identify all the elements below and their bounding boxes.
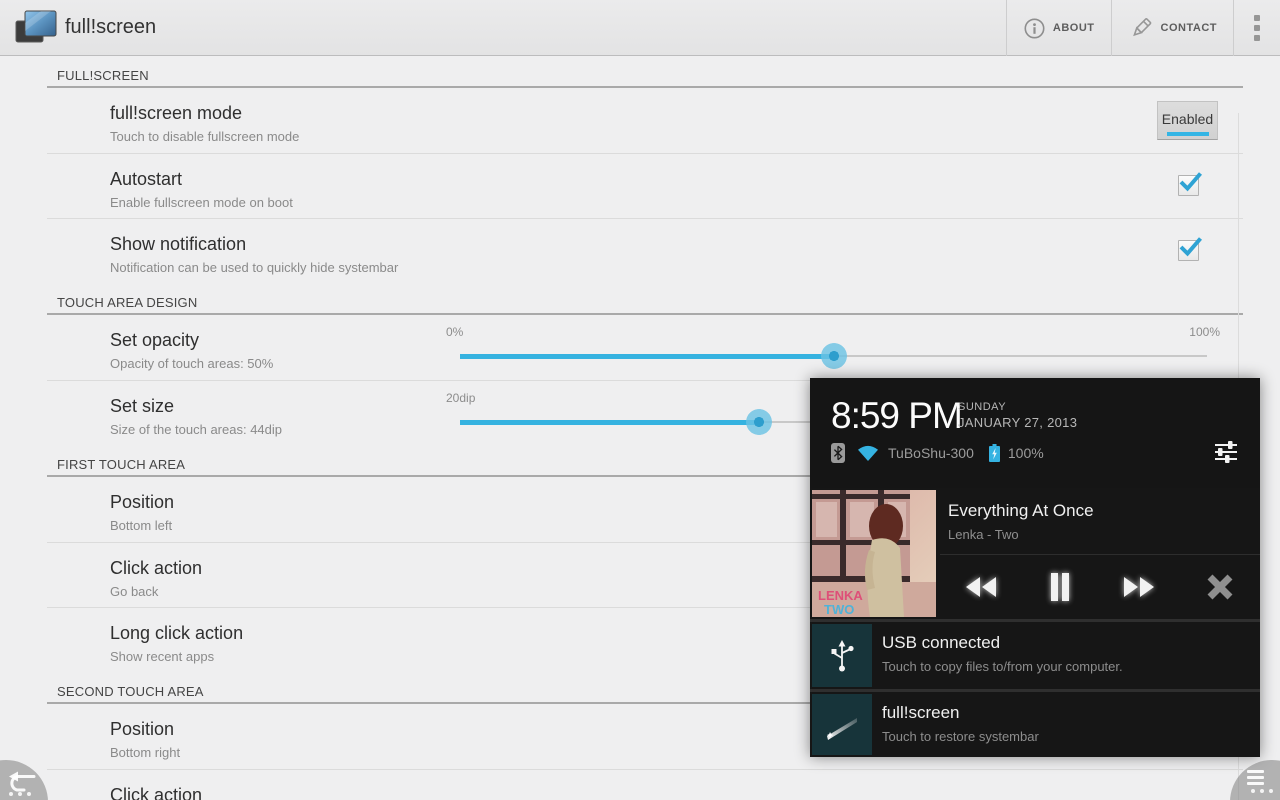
overflow-menu-icon[interactable] (1234, 0, 1280, 56)
wifi-network-label: TuBoShu-300 (888, 445, 974, 461)
section-header-fullscreen: FULL!SCREEN (47, 56, 1243, 88)
day-label: SUNDAY (958, 401, 1077, 413)
contact-label: CONTACT (1161, 22, 1217, 34)
opacity-slider[interactable]: 0% 100% (446, 315, 1220, 380)
pause-button[interactable] (1040, 570, 1080, 604)
action-bar: full!screen ABOUT CONTACT (0, 0, 1280, 56)
slider-thumb[interactable] (821, 343, 847, 369)
status-row: TuBoShu-300 100% (831, 441, 1044, 465)
setting-row-fullscreen-mode[interactable]: full!screen mode Touch to disable fullsc… (47, 88, 1243, 153)
section-header-touch-area-design: TOUCH AREA DESIGN (47, 283, 1243, 315)
slider-track[interactable] (460, 343, 1207, 369)
notification-text: Touch to restore systembar (882, 729, 1039, 744)
album-text-artist: LENKA (818, 588, 863, 603)
contact-button[interactable]: CONTACT (1112, 0, 1233, 56)
notification-title: USB connected (882, 633, 1000, 653)
close-icon[interactable] (1200, 570, 1240, 604)
setting-subtitle: Notification can be used to quickly hide… (110, 260, 1243, 275)
track-artist: Lenka - Two (948, 527, 1019, 542)
usb-notification[interactable]: USB connected Touch to copy files to/fro… (810, 622, 1260, 689)
track-title: Everything At Once (948, 501, 1094, 521)
show-notification-checkbox[interactable] (1178, 240, 1199, 261)
info-circle-icon (1023, 17, 1046, 40)
album-text-title: TWO (824, 602, 854, 617)
app-icon (13, 8, 59, 48)
date-label: JANUARY 27, 2013 (958, 415, 1077, 430)
setting-title: Autostart (110, 169, 1243, 190)
setting-row-click-action-2[interactable]: Click action (47, 769, 1243, 800)
shooting-star-icon (812, 694, 872, 755)
touch-area-dots (9, 792, 31, 796)
music-notification[interactable]: LENKA TWO Everything At Once Lenka - Two (810, 488, 1260, 619)
enabled-button[interactable]: Enabled (1157, 101, 1218, 140)
slider-min-label: 0% (446, 325, 463, 339)
album-art: LENKA TWO (812, 490, 936, 617)
wifi-icon (857, 445, 879, 462)
slider-min-label: 20dip (446, 391, 475, 405)
autostart-checkbox[interactable] (1178, 175, 1199, 196)
touch-area-dots (1251, 789, 1273, 793)
check-icon (1177, 171, 1204, 194)
slider-thumb[interactable] (746, 409, 772, 435)
setting-title: Show notification (110, 234, 1243, 255)
back-arrow-icon[interactable] (5, 771, 37, 793)
battery-charging-icon (988, 443, 1001, 463)
setting-row-autostart[interactable]: Autostart Enable fullscreen mode on boot (47, 153, 1243, 218)
check-icon (1177, 236, 1204, 259)
panel-header: 8:59 PM SUNDAY JANUARY 27, 2013 TuBoShu-… (810, 378, 1260, 488)
sliders-icon[interactable] (1212, 438, 1240, 466)
rewind-button[interactable] (960, 570, 1000, 604)
fullscreen-notification[interactable]: full!screen Touch to restore systembar (810, 692, 1260, 757)
page-title: full!screen (65, 16, 156, 39)
usb-icon (812, 624, 872, 687)
setting-row-show-notification[interactable]: Show notification Notification can be us… (47, 218, 1243, 283)
bluetooth-icon (831, 443, 845, 463)
notification-text: Touch to copy files to/from your compute… (882, 659, 1123, 674)
pencil-icon (1128, 15, 1154, 41)
setting-row-set-opacity[interactable]: Set opacity Opacity of touch areas: 50% … (47, 315, 1243, 380)
battery-percent-label: 100% (1008, 445, 1044, 461)
setting-subtitle: Enable fullscreen mode on boot (110, 195, 1243, 210)
clock: 8:59 PM (831, 395, 962, 437)
setting-title: full!screen mode (110, 103, 1243, 124)
about-button[interactable]: ABOUT (1007, 0, 1111, 56)
notification-title: full!screen (882, 703, 959, 723)
notification-panel: 8:59 PM SUNDAY JANUARY 27, 2013 TuBoShu-… (810, 378, 1260, 757)
slider-max-label: 100% (1189, 325, 1220, 339)
setting-title: Click action (110, 785, 1243, 800)
fast-forward-button[interactable] (1120, 570, 1160, 604)
menu-lines-icon[interactable] (1247, 770, 1264, 785)
setting-subtitle: Touch to disable fullscreen mode (110, 129, 1243, 144)
about-label: ABOUT (1053, 22, 1095, 34)
